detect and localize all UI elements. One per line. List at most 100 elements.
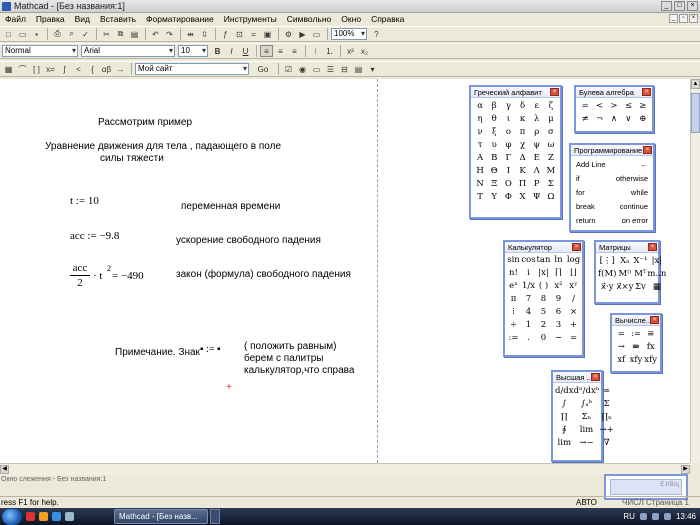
greek-symbol-button[interactable]: θ [487, 113, 501, 126]
greek-symbol-button[interactable]: Μ [544, 165, 558, 178]
greek-symbol-button[interactable]: η [473, 113, 487, 126]
note-text-line3[interactable]: калькулятор,что справа [244, 365, 354, 376]
boolean-symbol-button[interactable]: ≥ [636, 100, 650, 113]
evaluation-symbol-button[interactable]: xfy [643, 354, 658, 367]
calculus-symbol-button[interactable]: lim [555, 437, 574, 450]
style-select[interactable]: Normal [2, 45, 78, 57]
help-icon[interactable]: ? [370, 28, 383, 40]
greek-symbol-button[interactable]: Ο [501, 178, 515, 191]
calculus-symbol-button[interactable]: ∫ₐᵇ [574, 398, 600, 411]
calculator-symbol-button[interactable]: / [566, 293, 581, 306]
doc-close-button[interactable]: × [689, 14, 698, 23]
textbox-tool-icon[interactable]: ▤ [352, 63, 365, 75]
if-button[interactable]: if [576, 172, 580, 186]
comment-fall-law[interactable]: закон (формула) свободного падения [176, 269, 351, 280]
go-button[interactable]: Go [252, 63, 274, 75]
checkbox-tool-icon[interactable]: ☑ [282, 63, 295, 75]
greek-symbol-button[interactable]: Γ [501, 152, 515, 165]
cut-icon[interactable]: ✂ [100, 28, 113, 40]
calculus-symbol-button[interactable]: ∏ₙ [599, 411, 613, 424]
menu-window[interactable]: Окно [336, 14, 366, 24]
greek-symbol-button[interactable]: φ [501, 139, 515, 152]
evaluation-symbol-button[interactable]: = [614, 328, 629, 341]
boolean-palette-close-button[interactable]: × [642, 88, 651, 96]
continue-button[interactable]: continue [620, 200, 648, 214]
calculator-symbol-button[interactable]: cos [521, 254, 536, 267]
greek-symbol-button[interactable]: ω [544, 139, 558, 152]
open-icon[interactable]: ▭ [16, 28, 29, 40]
insert-hyperlink-icon[interactable]: ▣ [261, 28, 274, 40]
run-script-icon[interactable]: ▶ [296, 28, 309, 40]
calculator-symbol-button[interactable]: 5 [536, 306, 551, 319]
menu-view[interactable]: Вид [70, 14, 95, 24]
matrix-palette[interactable]: Матрицы × [⋮] Xₙ X⁻¹ |x| f(M) M⁽⁾ Mᵀ m..n x⃗·y x⃗… [594, 240, 666, 304]
align-center-icon[interactable]: ≡ [274, 45, 287, 57]
greek-symbol-button[interactable]: χ [516, 139, 530, 152]
calculator-symbol-button[interactable]: 7 [521, 293, 536, 306]
note-label[interactable]: Примечание. Знак [115, 347, 200, 358]
calculus-palette-title[interactable]: Высшая ... × [553, 372, 601, 383]
boolean-symbol-button[interactable]: ∨ [621, 113, 635, 126]
greek-symbol-button[interactable]: γ [501, 100, 515, 113]
copy-icon[interactable]: ⧉ [114, 28, 127, 40]
calculator-symbol-button[interactable]: eˣ [506, 280, 521, 293]
menu-file[interactable]: Файл [0, 14, 31, 24]
greek-symbol-button[interactable]: Ω [544, 191, 558, 204]
calculator-palette[interactable]: Калькулятор × sin cos tan ln log n! i |x| ⌈⌉ ⌊⌋ eˣ… [503, 240, 584, 357]
horizontal-scrollbar[interactable]: ◀ ▶ [0, 463, 690, 475]
greek-symbol-button[interactable]: Ι [501, 165, 515, 178]
save-icon[interactable]: ▪ [30, 28, 43, 40]
math-acc-definition[interactable]: acc := −9.8 [70, 230, 119, 242]
calculus-toolbar-icon[interactable]: ∫ [58, 63, 71, 75]
resource-center-icon[interactable]: ▭ [310, 28, 323, 40]
greek-symbol-button[interactable]: Ζ [544, 152, 558, 165]
greek-symbol-button[interactable]: Α [473, 152, 487, 165]
evaluation-palette-close-button[interactable]: × [650, 316, 659, 324]
scroll-left-arrow-icon[interactable]: ◀ [0, 465, 9, 474]
calculator-symbol-button[interactable]: i [521, 267, 536, 280]
start-button-icon[interactable] [2, 508, 22, 525]
matrix-toolbar-icon[interactable]: [ ] [30, 63, 43, 75]
evaluation-palette[interactable]: Вычисле... × =:= ≡ → ⇛ fx xf xfy xfy [610, 313, 662, 373]
maximize-button[interactable]: □ [674, 1, 685, 11]
greek-symbol-button[interactable]: Θ [487, 165, 501, 178]
greek-symbol-button[interactable]: τ [473, 139, 487, 152]
menu-tools[interactable]: Инструменты [219, 14, 282, 24]
resource-select[interactable]: Мой сайт [135, 63, 249, 75]
calculator-symbol-button[interactable]: 2 [536, 319, 551, 332]
calculator-symbol-button[interactable]: ⁞ [506, 306, 521, 319]
button-tool-icon[interactable]: ▭ [310, 63, 323, 75]
boolean-symbol-button[interactable]: < [592, 100, 606, 113]
programming-palette-close-button[interactable]: × [643, 146, 652, 154]
insert-unit-icon[interactable]: ⊡ [233, 28, 246, 40]
calculator-symbol-button[interactable]: × [566, 306, 581, 319]
menu-format[interactable]: Форматирование [141, 14, 219, 24]
greek-symbol-button[interactable]: ψ [530, 139, 544, 152]
calculator-symbol-button[interactable]: 3 [551, 319, 566, 332]
comment-time[interactable]: переменная времени [181, 201, 280, 212]
calculus-symbol-button[interactable]: lim [574, 424, 600, 437]
local-assign-button[interactable]: ← [641, 158, 649, 172]
add-line-button[interactable]: Add Line [576, 158, 606, 172]
close-button[interactable]: × [687, 1, 698, 11]
calculator-symbol-button[interactable]: π [506, 293, 521, 306]
evaluation-symbol-button[interactable]: ≡ [643, 328, 658, 341]
greek-palette[interactable]: Греческий алфавит × αβγδεζ ηθικλμ νξοπρσ τυ… [469, 85, 562, 219]
boolean-symbol-button[interactable]: ≠ [578, 113, 592, 126]
font-select[interactable]: Arial [81, 45, 175, 57]
italic-button[interactable]: I [225, 45, 238, 57]
slider-tool-icon[interactable]: ⊟ [338, 63, 351, 75]
calculator-symbol-button[interactable]: ⌊⌋ [566, 267, 581, 280]
calculator-symbol-button[interactable]: + [566, 319, 581, 332]
greek-symbol-button[interactable]: ξ [487, 126, 501, 139]
programming-palette-title[interactable]: Программирование × [571, 145, 653, 156]
calculator-symbol-button[interactable]: ÷ [506, 319, 521, 332]
calculus-palette-close-button[interactable]: × [591, 373, 600, 381]
greek-symbol-button[interactable]: σ [544, 126, 558, 139]
greek-symbol-button[interactable]: λ [530, 113, 544, 126]
taskbar-mathcad-button[interactable]: Mathcad - [Без назв... [114, 509, 208, 524]
list-tool-icon[interactable]: ☰ [324, 63, 337, 75]
boolean-symbol-button[interactable]: ∧ [607, 113, 621, 126]
paste-icon[interactable]: ▤ [128, 28, 141, 40]
greek-symbol-button[interactable]: ε [530, 100, 544, 113]
